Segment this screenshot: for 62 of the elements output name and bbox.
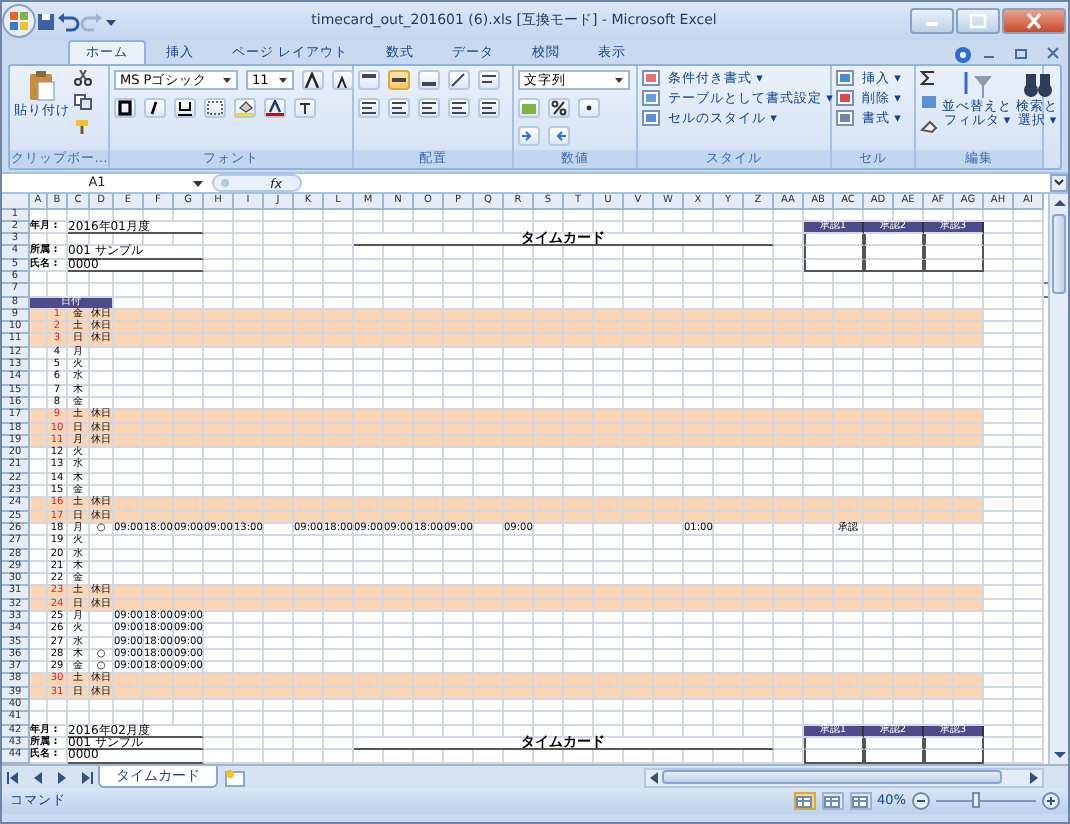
align-bottom-icon[interactable] (418, 70, 440, 90)
restore-button[interactable] (1014, 46, 1028, 60)
align-left-icon[interactable] (358, 98, 380, 118)
eraser-icon[interactable] (920, 118, 938, 134)
minimize-button[interactable] (910, 8, 954, 34)
fill-color-icon[interactable] (234, 98, 256, 118)
office-button[interactable] (2, 4, 36, 38)
delete-icon (836, 90, 854, 106)
redo-icon (80, 11, 104, 31)
font-color-icon[interactable] (264, 98, 286, 118)
increase-indent-icon[interactable] (478, 98, 500, 118)
insert-icon (836, 70, 854, 86)
align-top-icon[interactable] (358, 70, 380, 90)
scrollbar-thumb[interactable] (662, 770, 1002, 784)
zoom-out-icon[interactable] (912, 792, 930, 810)
decrease-indent-icon[interactable] (448, 98, 470, 118)
shrink-font-icon[interactable] (332, 70, 354, 90)
page-layout-view-button[interactable] (821, 792, 844, 810)
fill-icon[interactable] (920, 94, 938, 110)
wrap-text-icon[interactable] (478, 70, 500, 90)
copy-icon[interactable] (74, 94, 92, 110)
phonetic-icon[interactable] (294, 98, 316, 118)
caret-icon (278, 72, 288, 88)
close-button[interactable] (1002, 8, 1066, 34)
slider-thumb[interactable] (972, 792, 980, 808)
zoom-in-icon[interactable] (1042, 792, 1060, 810)
maximize-button[interactable] (956, 8, 1000, 34)
caret-icon (222, 72, 232, 88)
format-icon (836, 110, 854, 126)
binoculars-icon[interactable] (1021, 70, 1053, 100)
page-break-view-button[interactable] (849, 792, 872, 810)
close-icon (1024, 12, 1044, 30)
bold-icon[interactable] (114, 98, 136, 118)
borders-icon[interactable] (204, 98, 226, 118)
first-sheet-icon[interactable] (4, 769, 24, 785)
italic-icon[interactable] (144, 98, 166, 118)
scissors-icon[interactable] (74, 70, 92, 86)
close-button[interactable] (1046, 46, 1060, 60)
underline-icon[interactable] (174, 98, 196, 118)
help-icon[interactable] (954, 46, 972, 64)
sort-filter-icon[interactable] (961, 70, 993, 100)
percent-icon[interactable] (548, 98, 570, 118)
undo-icon[interactable] (56, 11, 80, 31)
align-center-icon[interactable] (388, 98, 410, 118)
caret-icon[interactable] (192, 177, 204, 189)
expand-icon[interactable] (1050, 174, 1068, 192)
paste-icon[interactable] (28, 70, 56, 102)
align-right-icon[interactable] (418, 98, 440, 118)
last-sheet-icon[interactable] (76, 769, 96, 785)
caret-icon (614, 72, 624, 88)
grow-font-icon[interactable] (302, 70, 324, 90)
align-middle-icon[interactable] (388, 70, 410, 90)
save-icon[interactable] (36, 11, 56, 31)
decrease-decimal-icon[interactable] (548, 126, 570, 146)
increase-decimal-icon[interactable] (518, 126, 540, 146)
sum-icon[interactable] (920, 70, 938, 86)
normal-view-button[interactable] (793, 792, 816, 810)
scrollbar-thumb[interactable] (1052, 214, 1066, 294)
orientation-icon[interactable] (448, 70, 470, 90)
brush-icon[interactable] (74, 118, 92, 136)
maximize-icon (968, 12, 988, 30)
comma-icon[interactable] (578, 98, 600, 118)
